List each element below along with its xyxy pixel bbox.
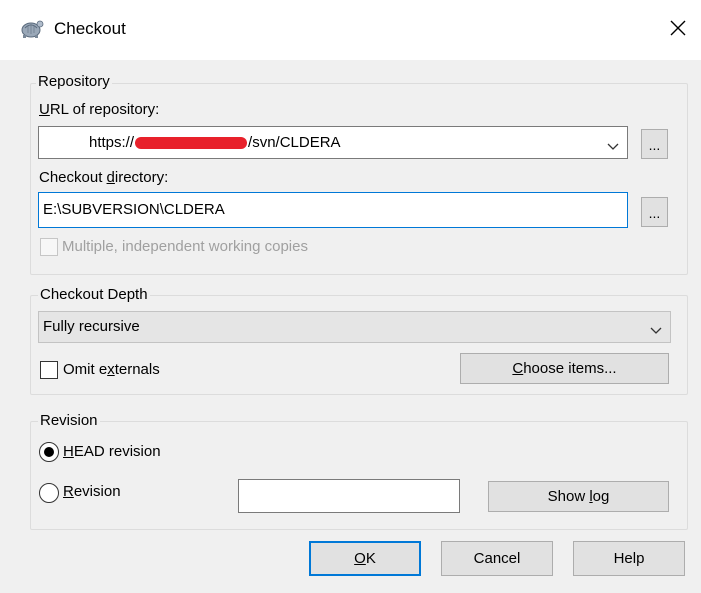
- depth-select[interactable]: Fully recursive: [38, 311, 671, 343]
- title-bar: Checkout: [0, 0, 701, 60]
- choose-items-label: Choose items...: [512, 360, 617, 377]
- show-log-label: Show log: [547, 488, 610, 505]
- url-combobox[interactable]: https:///svn/CLDERA: [38, 126, 628, 159]
- head-revision-radio[interactable]: [39, 442, 59, 462]
- tortoise-svn-icon: [18, 18, 44, 40]
- revision-group-label: Revision: [38, 412, 100, 429]
- ok-button[interactable]: OK: [309, 541, 421, 576]
- head-revision-label: HEAD revision: [63, 443, 161, 460]
- browse-directory-button[interactable]: ...: [641, 197, 668, 227]
- redacted-host: [135, 137, 248, 150]
- revision-label: Revision: [63, 483, 121, 500]
- omit-externals-label: Omit externals: [63, 361, 160, 378]
- window-title: Checkout: [54, 19, 126, 38]
- revision-group: [30, 421, 688, 530]
- help-button[interactable]: Help: [573, 541, 685, 576]
- revision-radio[interactable]: [39, 483, 59, 503]
- close-button[interactable]: [655, 10, 701, 50]
- close-icon: [670, 20, 686, 40]
- url-value: https:///svn/CLDERA: [89, 134, 341, 151]
- url-label: URL of repository:: [39, 101, 160, 118]
- revision-input[interactable]: [238, 479, 460, 513]
- choose-items-button[interactable]: Choose items...: [460, 353, 669, 384]
- ok-label: OK: [354, 550, 376, 567]
- repository-group-label: Repository: [36, 73, 112, 90]
- cancel-button[interactable]: Cancel: [441, 541, 553, 576]
- checkout-directory-label: Checkout directory:: [39, 169, 169, 186]
- browse-url-button[interactable]: ...: [641, 129, 668, 159]
- multiple-copies-label: Multiple, independent working copies: [62, 238, 308, 255]
- show-log-button[interactable]: Show log: [488, 481, 669, 512]
- omit-externals-checkbox[interactable]: [40, 361, 58, 379]
- checkout-directory-input[interactable]: E:\SUBVERSION\CLDERA: [38, 192, 628, 228]
- chevron-down-icon: [607, 138, 619, 155]
- radio-selected-dot: [44, 447, 54, 457]
- multiple-copies-checkbox[interactable]: [40, 238, 58, 256]
- depth-select-value: Fully recursive: [43, 318, 140, 335]
- chevron-down-icon: [650, 322, 662, 339]
- checkout-depth-group-label: Checkout Depth: [38, 286, 150, 303]
